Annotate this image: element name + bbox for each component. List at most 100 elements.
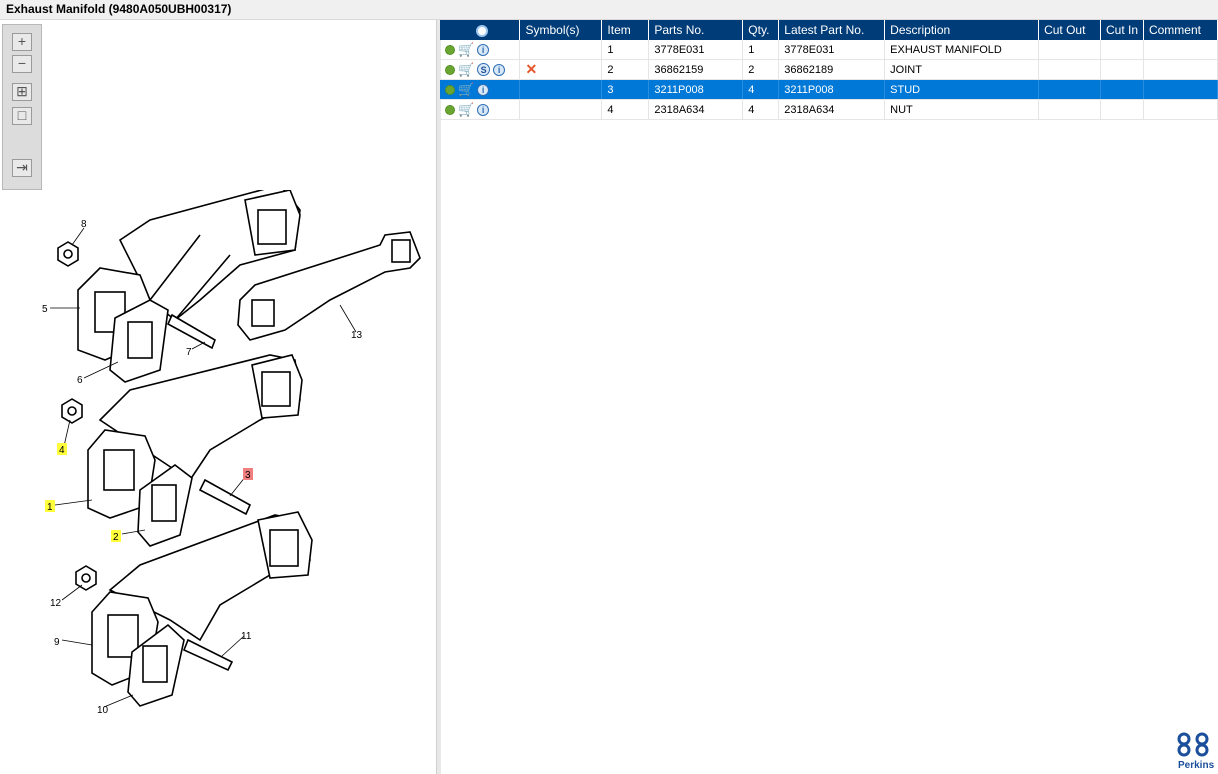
manifold-middle bbox=[87, 354, 303, 519]
callout-1[interactable]: 1 bbox=[47, 502, 53, 513]
header-actions[interactable] bbox=[440, 20, 521, 40]
fit-all-button[interactable]: ⊞ bbox=[12, 83, 32, 101]
header-comment[interactable]: Comment bbox=[1143, 20, 1218, 40]
callout-12[interactable]: 12 bbox=[50, 598, 62, 609]
zoom-out-button[interactable]: − bbox=[12, 55, 32, 73]
parts-no-cell: 3778E031 bbox=[648, 40, 744, 60]
cut-out-cell bbox=[1038, 79, 1101, 100]
header-symbols[interactable]: Symbol(s) bbox=[519, 20, 603, 40]
description-cell: JOINT bbox=[884, 59, 1040, 80]
info-icon[interactable]: i bbox=[477, 83, 490, 96]
latest-part-no-cell: 3211P008 bbox=[778, 79, 886, 100]
gear-icon[interactable] bbox=[445, 64, 455, 75]
qty-cell: 4 bbox=[742, 99, 780, 120]
cut-out-cell bbox=[1038, 40, 1101, 60]
header-description[interactable]: Description bbox=[884, 20, 1040, 40]
symbols-cell: ✕ bbox=[519, 59, 603, 80]
parts-no-cell: 36862159 bbox=[648, 59, 744, 80]
callout-8[interactable]: 8 bbox=[81, 219, 87, 230]
search-icon[interactable] bbox=[476, 24, 489, 37]
header-cut-out[interactable]: Cut Out bbox=[1038, 20, 1101, 40]
parts-no-cell: 3211P008 bbox=[648, 79, 744, 100]
header-cut-in[interactable]: Cut In bbox=[1100, 20, 1144, 40]
callout-9[interactable]: 9 bbox=[54, 637, 60, 648]
comment-cell bbox=[1143, 79, 1218, 100]
parts-table: Symbol(s) Item Parts No. Qty. Latest Par… bbox=[440, 20, 1218, 120]
diagram-toolbar: + − ⊞ □ ⇥ bbox=[2, 24, 42, 190]
table-row-selected[interactable]: 🛒 i 3 3211P008 4 3211P008 STUD bbox=[440, 79, 1218, 100]
callout-13[interactable]: 13 bbox=[351, 330, 363, 341]
gear-icon[interactable] bbox=[445, 84, 455, 95]
cut-out-cell bbox=[1038, 99, 1101, 120]
info-icon[interactable]: i bbox=[477, 43, 490, 56]
description-cell: NUT bbox=[884, 99, 1040, 120]
gear-icon[interactable] bbox=[445, 104, 455, 115]
cut-in-cell bbox=[1100, 59, 1144, 80]
item-cell: 1 bbox=[601, 40, 650, 60]
qty-cell: 2 bbox=[742, 59, 780, 80]
callout-4[interactable]: 4 bbox=[59, 445, 65, 456]
symbols-cell bbox=[519, 99, 603, 120]
cart-icon[interactable]: 🛒 bbox=[458, 82, 474, 98]
cut-in-cell bbox=[1100, 79, 1144, 100]
row-actions: 🛒 Si bbox=[440, 59, 521, 80]
fit-page-button[interactable]: □ bbox=[12, 107, 32, 125]
gear-icon[interactable] bbox=[445, 44, 455, 55]
row-actions: 🛒 i bbox=[440, 40, 521, 60]
parts-no-cell: 2318A634 bbox=[648, 99, 744, 120]
item-cell: 3 bbox=[601, 79, 650, 100]
symbols-cell bbox=[519, 79, 603, 100]
stud-top bbox=[166, 313, 216, 350]
item-cell: 4 bbox=[601, 99, 650, 120]
description-cell: STUD bbox=[884, 79, 1040, 100]
table-row[interactable]: 🛒 i 1 3778E031 1 3778E031 EXHAUST MANIFOL… bbox=[440, 40, 1218, 60]
latest-part-no-cell: 36862189 bbox=[778, 59, 886, 80]
stud-bottom bbox=[182, 638, 234, 672]
callout-3[interactable]: 3 bbox=[245, 470, 251, 481]
row-actions: 🛒 i bbox=[440, 79, 521, 100]
info-icon[interactable]: i bbox=[477, 103, 490, 116]
callout-11[interactable]: 11 bbox=[241, 631, 252, 642]
header-item[interactable]: Item bbox=[601, 20, 650, 40]
nut-middle bbox=[61, 398, 83, 424]
supersession-icon[interactable]: S bbox=[477, 63, 491, 76]
cart-icon[interactable]: 🛒 bbox=[458, 102, 474, 118]
cut-in-cell bbox=[1100, 40, 1144, 60]
latest-part-no-cell: 2318A634 bbox=[778, 99, 886, 120]
stud-middle bbox=[198, 478, 252, 516]
table-row[interactable]: 🛒 i 4 2318A634 4 2318A634 NUT bbox=[440, 99, 1218, 120]
nut-bottom bbox=[75, 565, 97, 591]
zoom-in-button[interactable]: + bbox=[12, 33, 32, 51]
window-title-bar: Exhaust Manifold (9480A050UBH00317) bbox=[0, 0, 1218, 20]
header-parts-no[interactable]: Parts No. bbox=[648, 20, 744, 40]
table-header-row: Symbol(s) Item Parts No. Qty. Latest Par… bbox=[440, 20, 1218, 40]
comment-cell bbox=[1143, 99, 1218, 120]
zoom-in-icon: + bbox=[17, 33, 27, 49]
callout-6[interactable]: 6 bbox=[77, 375, 83, 386]
perkins-logo-text: Perkins bbox=[1178, 760, 1215, 771]
square-icon: □ bbox=[17, 107, 27, 123]
cart-icon[interactable]: 🛒 bbox=[458, 62, 474, 78]
latest-part-no-cell: 3778E031 bbox=[778, 40, 886, 60]
nut-top bbox=[57, 241, 79, 267]
callout-5[interactable]: 5 bbox=[42, 304, 48, 315]
window-title: Exhaust Manifold (9480A050UBH00317) bbox=[6, 2, 232, 16]
header-qty[interactable]: Qty. bbox=[742, 20, 780, 40]
callout-7[interactable]: 7 bbox=[186, 347, 192, 358]
table-row[interactable]: 🛒 Si ✕ 2 36862159 2 36862189 JOINT bbox=[440, 59, 1218, 80]
info-icon[interactable]: i bbox=[493, 63, 506, 76]
callout-2[interactable]: 2 bbox=[113, 532, 119, 543]
cut-in-cell bbox=[1100, 99, 1144, 120]
comment-cell bbox=[1143, 40, 1218, 60]
export-icon: ⇥ bbox=[16, 159, 28, 175]
cart-icon[interactable]: 🛒 bbox=[458, 42, 474, 58]
cut-out-cell bbox=[1038, 59, 1101, 80]
qty-cell: 1 bbox=[742, 40, 780, 60]
header-latest-part-no[interactable]: Latest Part No. bbox=[778, 20, 886, 40]
symbols-cell bbox=[519, 40, 603, 60]
export-button[interactable]: ⇥ bbox=[12, 159, 32, 177]
comment-cell bbox=[1143, 59, 1218, 80]
grid-icon: ⊞ bbox=[16, 83, 28, 99]
zoom-out-icon: − bbox=[17, 55, 27, 71]
callout-10[interactable]: 10 bbox=[97, 705, 109, 716]
